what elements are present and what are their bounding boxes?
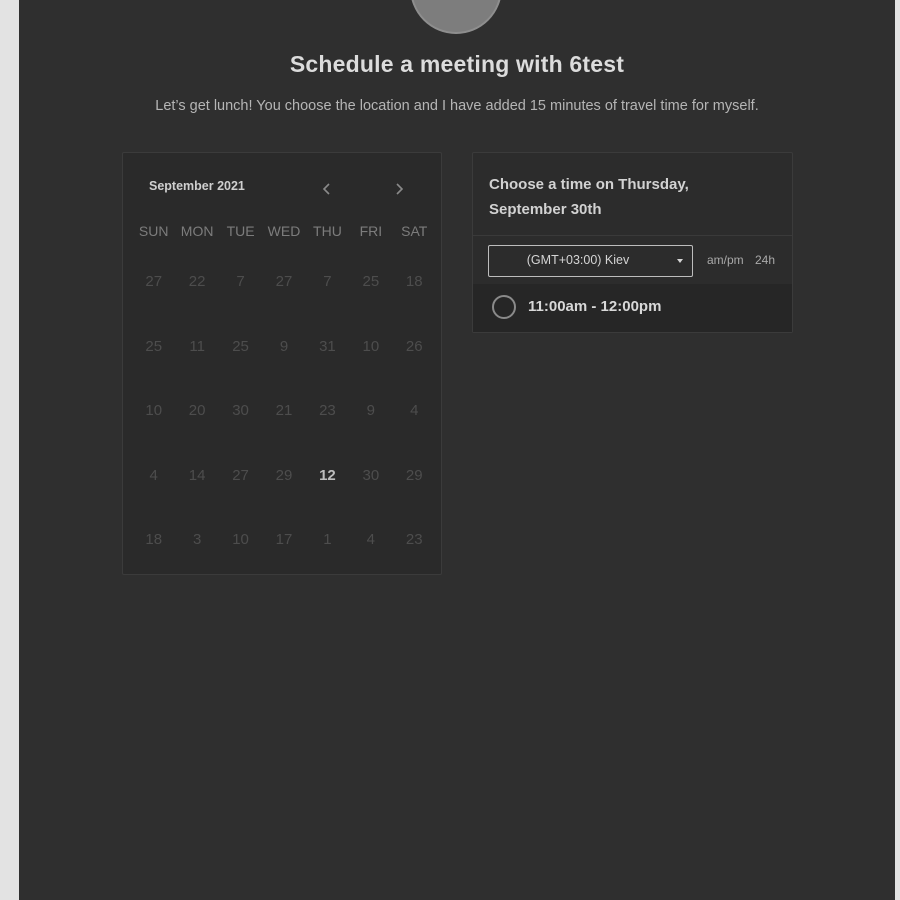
calendar-day: 11 bbox=[189, 337, 205, 355]
radio-button-icon[interactable] bbox=[492, 295, 516, 319]
calendar-day: 1 bbox=[323, 531, 332, 548]
calendar-day: 23 bbox=[405, 531, 423, 548]
calendar-day: 17 bbox=[275, 531, 293, 548]
calendar-day: 29 bbox=[275, 466, 293, 484]
calendar-day: 31 bbox=[319, 337, 336, 355]
calendar-day: 10 bbox=[232, 531, 249, 548]
weekday-label: THU bbox=[313, 223, 342, 239]
time-format-ampm-toggle[interactable]: am/pm bbox=[707, 253, 744, 267]
weekday-header: SUN MON TUE WED THU FRI SAT bbox=[132, 223, 436, 239]
calendar-month-label: September 2021 bbox=[149, 179, 245, 193]
page: Schedule a meeting with 6test Let’s get … bbox=[19, 0, 895, 900]
timezone-value: (GMT+03:00) Kiev bbox=[526, 253, 630, 267]
calendar-day: 27 bbox=[275, 273, 293, 290]
time-panel-heading: Choose a time on Thursday, September 30t… bbox=[489, 176, 689, 218]
calendar-day: 20 bbox=[188, 402, 206, 419]
next-month-button[interactable] bbox=[389, 179, 409, 199]
weekday-label: SAT bbox=[401, 223, 428, 239]
calendar-day: 4 bbox=[366, 531, 376, 548]
time-slot-label: 11:00am - 12:00pm bbox=[528, 298, 662, 315]
calendar-day: 21 bbox=[275, 402, 293, 419]
weekday-label: WED bbox=[267, 223, 301, 239]
calendar-day: 18 bbox=[145, 531, 163, 548]
calendar: September 2021 SUN MON TUE WED THU FRI S… bbox=[122, 152, 442, 575]
weekday-label: TUE bbox=[226, 223, 255, 239]
previous-month-button[interactable] bbox=[317, 179, 337, 199]
timezone-select[interactable]: (GMT+03:00) Kiev bbox=[488, 245, 693, 277]
calendar-day: 9 bbox=[366, 402, 376, 419]
avatar bbox=[410, 0, 502, 34]
time-selection-panel: Choose a time on Thursday, September 30t… bbox=[472, 152, 793, 333]
calendar-days-grid: 27 22 7 27 7 25 18 25 11 25 9 31 10 26 1… bbox=[132, 259, 436, 582]
time-panel-header: Choose a time on Thursday, September 30t… bbox=[473, 153, 792, 236]
page-subtitle: Let’s get lunch! You choose the location… bbox=[155, 98, 759, 114]
calendar-day: 25 bbox=[362, 273, 380, 290]
calendar-day: 26 bbox=[405, 337, 423, 355]
calendar-day: 27 bbox=[145, 273, 163, 290]
page-title: Schedule a meeting with 6test bbox=[289, 51, 625, 77]
calendar-day: 14 bbox=[188, 466, 206, 484]
calendar-day: 4 bbox=[410, 402, 419, 419]
chevron-left-icon bbox=[322, 183, 330, 195]
calendar-day: 9 bbox=[279, 337, 289, 355]
weekday-label: MON bbox=[180, 223, 214, 239]
calendar-day: 10 bbox=[362, 337, 380, 355]
weekday-label: FRI bbox=[359, 223, 383, 239]
time-slot-option[interactable]: 11:00am - 12:00pm bbox=[473, 284, 792, 332]
caret-down-icon bbox=[677, 259, 683, 263]
calendar-day: 27 bbox=[232, 466, 249, 484]
calendar-day: 7 bbox=[323, 273, 332, 290]
calendar-day: 4 bbox=[149, 466, 158, 484]
calendar-day: 18 bbox=[405, 273, 423, 290]
calendar-day: 7 bbox=[236, 273, 245, 290]
calendar-day: 30 bbox=[232, 402, 249, 419]
calendar-day: 25 bbox=[145, 337, 163, 355]
calendar-day: 3 bbox=[192, 531, 202, 548]
calendar-day-available[interactable]: 12 bbox=[306, 453, 349, 518]
calendar-day: 25 bbox=[232, 337, 249, 355]
calendar-day: 23 bbox=[319, 402, 336, 419]
calendar-day: 30 bbox=[362, 466, 380, 484]
weekday-label: SUN bbox=[138, 223, 169, 239]
chevron-right-icon bbox=[396, 183, 404, 195]
time-format-24h-toggle[interactable]: 24h bbox=[755, 253, 775, 267]
calendar-day: 22 bbox=[188, 273, 206, 290]
calendar-day: 10 bbox=[145, 402, 163, 419]
calendar-day: 29 bbox=[405, 466, 423, 484]
